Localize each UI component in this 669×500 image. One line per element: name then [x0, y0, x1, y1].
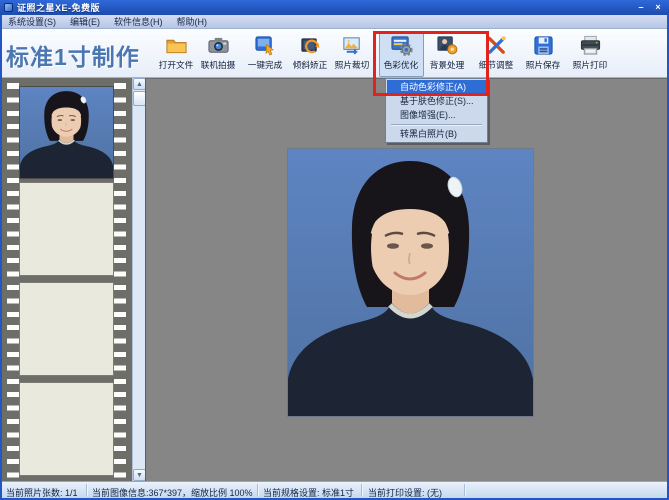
toolbar-label: 一键完成 — [248, 60, 283, 70]
menu-item-to-black-white[interactable]: 转黑白照片(B) — [387, 127, 486, 141]
filmstrip-scrollbar[interactable]: ▲ ▼ — [132, 78, 146, 481]
toolbar-button-camera-capture[interactable]: 联机拍摄 — [196, 32, 241, 77]
toolbar-label: 照片裁切 — [335, 60, 370, 70]
status-image-info: 当前图像信息:367*397，缩放比例 100% — [92, 488, 253, 498]
thumbnail-portrait-image — [20, 87, 113, 178]
toolbar-label: 照片打印 — [573, 60, 608, 70]
detail-adjust-icon — [487, 36, 506, 54]
photo-crop-icon — [343, 37, 360, 55]
toolbar-button-tilt-correction[interactable]: 倾斜矫正 — [288, 32, 333, 77]
status-separator — [86, 484, 87, 496]
toolbar-label: 倾斜矫正 — [293, 60, 328, 70]
app-window: 证照之星XE-免费版 – × 系统设置(S) 编辑(E) 软件信息(H) 帮助(… — [0, 0, 669, 500]
mode-title: 标准1寸制作 — [6, 44, 140, 70]
toolbar-button-one-click-finish[interactable]: 一键完成 — [243, 32, 288, 77]
filmstrip — [2, 78, 132, 481]
menu-item-auto-color-correct[interactable]: 自动色彩修正(A) — [387, 80, 486, 94]
toolbar-label: 照片保存 — [526, 60, 561, 70]
minimize-button[interactable]: – — [634, 2, 648, 13]
camera-icon — [208, 37, 229, 53]
title-bar: 证照之星XE-免费版 – × — [0, 0, 669, 15]
menu-software-info[interactable]: 软件信息(H) — [114, 15, 163, 28]
window-title: 证照之星XE-免费版 — [17, 3, 101, 13]
toolbar-button-photo-crop[interactable]: 照片裁切 — [330, 32, 375, 77]
portrait-image — [288, 149, 533, 416]
toolbar-button-background-process[interactable]: 背景处理 — [425, 32, 470, 77]
film-sprocket-holes-left — [7, 78, 19, 481]
status-separator — [361, 484, 362, 496]
toolbar-label: 打开文件 — [159, 60, 194, 70]
menu-bar: 系统设置(S) 编辑(E) 软件信息(H) 帮助(H) — [2, 15, 667, 29]
toolbar-button-open-file[interactable]: 打开文件 — [154, 32, 199, 77]
filmstrip-empty-frame — [19, 282, 114, 376]
film-sprocket-holes-right — [114, 78, 126, 481]
toolbar-label: 背景处理 — [430, 60, 465, 70]
background-process-icon — [437, 36, 458, 55]
status-separator — [464, 484, 465, 496]
app-icon — [4, 3, 13, 12]
toolbar-button-color-optimize[interactable]: 色彩优化 — [379, 32, 424, 77]
filmstrip-thumbnail-photo[interactable] — [19, 86, 114, 179]
menu-item-image-enhance[interactable]: 图像增强(E)... — [387, 108, 486, 122]
toolbar-label: 色彩优化 — [384, 60, 419, 70]
toolbar: 标准1寸制作 打开文件 联机拍摄 一键完成 倾斜矫正 照片裁切 色彩优化 背景处… — [2, 29, 667, 78]
filmstrip-empty-frame — [19, 382, 114, 476]
filmstrip-empty-frame — [19, 182, 114, 276]
menu-system-settings[interactable]: 系统设置(S) — [8, 15, 56, 28]
toolbar-button-detail-adjust[interactable]: 细节调整 — [474, 32, 519, 77]
id-photo-preview — [288, 149, 533, 416]
menu-separator — [391, 124, 482, 125]
workspace: ▲ ▼ — [2, 78, 667, 481]
status-spec-setting: 当前规格设置: 标准1寸 — [263, 488, 355, 498]
menu-item-skin-tone-correct[interactable]: 基于肤色修正(S)... — [387, 94, 486, 108]
color-optimize-icon — [391, 36, 413, 57]
tilt-correction-icon — [301, 38, 320, 54]
status-bar: 当前照片张数: 1/1 当前图像信息:367*397，缩放比例 100% 当前规… — [2, 481, 667, 498]
status-print-setting: 当前打印设置: (无) — [368, 488, 442, 498]
toolbar-label: 细节调整 — [479, 60, 514, 70]
menu-edit[interactable]: 编辑(E) — [70, 15, 100, 28]
one-click-finish-icon — [255, 36, 274, 56]
close-button[interactable]: × — [651, 2, 665, 13]
toolbar-button-photo-print[interactable]: 照片打印 — [568, 32, 613, 77]
menu-help[interactable]: 帮助(H) — [177, 15, 208, 28]
toolbar-label: 联机拍摄 — [201, 60, 236, 70]
photo-print-icon — [580, 35, 601, 55]
status-photo-count: 当前照片张数: 1/1 — [6, 488, 78, 498]
color-optimize-dropdown-menu: 自动色彩修正(A) 基于肤色修正(S)... 图像增强(E)... 转黑白照片(… — [385, 78, 488, 143]
photo-save-icon — [534, 36, 553, 55]
toolbar-button-photo-save[interactable]: 照片保存 — [521, 32, 566, 77]
status-separator — [257, 484, 258, 496]
folder-open-icon — [166, 39, 187, 54]
filmstrip-sidebar: ▲ ▼ — [2, 78, 146, 481]
